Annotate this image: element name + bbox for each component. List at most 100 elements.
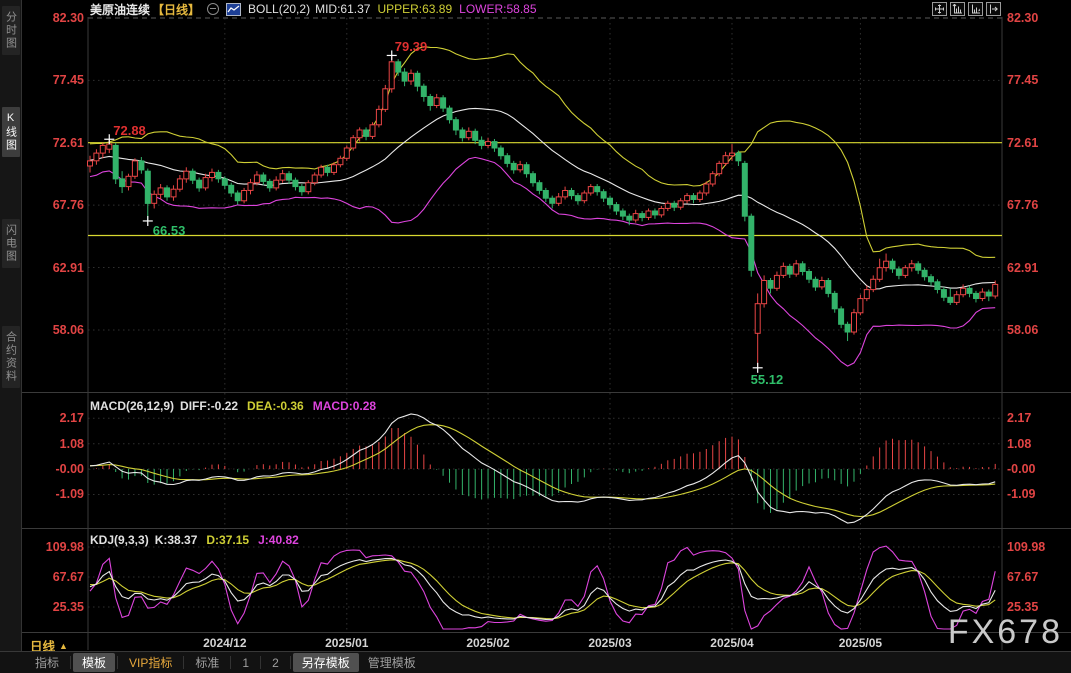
- kdj-header: KDJ(9,3,3) K:38.37 D:37.15 J:40.82: [90, 533, 299, 547]
- boll-lower-line: [90, 157, 995, 366]
- candle: [948, 297, 953, 302]
- sidebar-item-contract-info[interactable]: 合约资料: [2, 326, 20, 388]
- macd-dea-value: DEA:-0.36: [247, 399, 304, 413]
- toolbar-standard[interactable]: 标准: [186, 653, 228, 672]
- candle: [306, 183, 311, 192]
- candle: [415, 73, 420, 86]
- candle: [954, 295, 959, 303]
- candle: [569, 191, 574, 196]
- candle: [107, 144, 112, 149]
- macd-histogram: [90, 428, 995, 513]
- candle: [749, 216, 754, 270]
- minus-circle-icon[interactable]: [207, 3, 219, 15]
- toolbar-divider: [183, 656, 184, 669]
- candle: [447, 108, 452, 120]
- candle: [498, 148, 503, 156]
- candle: [518, 165, 523, 170]
- candle: [248, 183, 253, 191]
- candle: [132, 161, 137, 176]
- candle: [177, 179, 182, 189]
- candle: [344, 148, 349, 158]
- candle: [941, 290, 946, 298]
- candle: [165, 188, 170, 197]
- candle: [659, 209, 664, 215]
- candle: [235, 193, 240, 201]
- candle: [980, 292, 985, 298]
- toolbar-slot-1[interactable]: 1: [233, 655, 258, 671]
- candle: [563, 191, 568, 197]
- candle: [640, 214, 645, 218]
- candle: [730, 153, 735, 156]
- candle: [537, 183, 542, 191]
- candle: [216, 172, 221, 178]
- candle: [986, 292, 991, 296]
- candle: [813, 279, 818, 287]
- toolbar-divider: [260, 656, 261, 669]
- kdj-d-value: D:37.15: [206, 533, 249, 547]
- candle: [370, 125, 375, 137]
- candle: [88, 161, 93, 166]
- candle: [807, 272, 812, 280]
- candle: [158, 188, 163, 194]
- boll-upper-line: [90, 47, 995, 258]
- candle: [434, 98, 439, 106]
- candle: [627, 216, 632, 220]
- candle: [357, 130, 362, 138]
- candle: [261, 175, 266, 181]
- candle: [505, 156, 510, 164]
- candle: [421, 86, 426, 96]
- candle: [453, 120, 458, 130]
- y-axis-scale-icon[interactable]: [950, 2, 965, 16]
- candle: [550, 198, 555, 203]
- candle: [511, 163, 516, 169]
- toolbar-vip-indicators[interactable]: VIP指标: [120, 653, 181, 672]
- candle: [620, 211, 625, 216]
- candle: [479, 140, 484, 145]
- macd-diff-value: DIFF:-0.22: [180, 399, 238, 413]
- sidebar-item-kline-chart[interactable]: K线图: [2, 107, 20, 157]
- sidebar-item-lightning-chart[interactable]: 闪电图: [2, 219, 20, 268]
- sidebar: 分时图 K线图 闪电图 合约资料: [0, 0, 22, 673]
- toolbar-indicators[interactable]: 指标: [26, 653, 68, 672]
- candle: [922, 270, 927, 276]
- candle: [351, 138, 356, 148]
- candle: [325, 167, 330, 172]
- toolbar-templates[interactable]: 模板: [73, 653, 115, 672]
- candle: [254, 175, 259, 183]
- period-tag: 【日线】: [152, 1, 200, 18]
- candle: [832, 293, 837, 308]
- macd-macd-value: MACD:0.28: [313, 399, 376, 413]
- candle: [935, 282, 940, 290]
- chart-canvas[interactable]: [0, 0, 1071, 650]
- crosshair-tool-icon[interactable]: [932, 2, 947, 16]
- candle: [672, 203, 677, 207]
- candle: [595, 187, 600, 192]
- candle: [338, 158, 343, 164]
- toolbar-slot-2[interactable]: 2: [263, 655, 288, 671]
- boll-upper-value: UPPER:63.89: [377, 2, 452, 16]
- bottom-toolbar: 指标 模板 VIP指标 标准 1 2 另存模板 管理模板: [0, 651, 1071, 673]
- trading-app-window: 82.3082.3077.4577.4572.6172.6167.7667.76…: [0, 0, 1071, 673]
- indicator-chart-icon[interactable]: [226, 3, 241, 16]
- toolbar-manage-templates[interactable]: 管理模板: [359, 653, 425, 672]
- chart-tool-buttons: [932, 2, 1001, 16]
- candle: [916, 264, 921, 270]
- candle: [974, 293, 979, 298]
- candle: [94, 153, 99, 161]
- candle: [402, 72, 407, 81]
- x-axis-scale-icon[interactable]: [968, 2, 983, 16]
- candle: [409, 73, 414, 81]
- candle: [704, 184, 709, 193]
- candle: [884, 261, 889, 267]
- collapse-right-icon[interactable]: [986, 2, 1001, 16]
- candle: [697, 193, 702, 199]
- candle: [890, 261, 895, 269]
- candle: [396, 62, 401, 72]
- candle: [332, 165, 337, 173]
- toolbar-save-template[interactable]: 另存模板: [293, 653, 359, 672]
- candle: [531, 174, 536, 183]
- candle: [120, 179, 125, 187]
- candle: [774, 275, 779, 288]
- sidebar-item-time-chart[interactable]: 分时图: [2, 6, 20, 55]
- candle: [466, 131, 471, 137]
